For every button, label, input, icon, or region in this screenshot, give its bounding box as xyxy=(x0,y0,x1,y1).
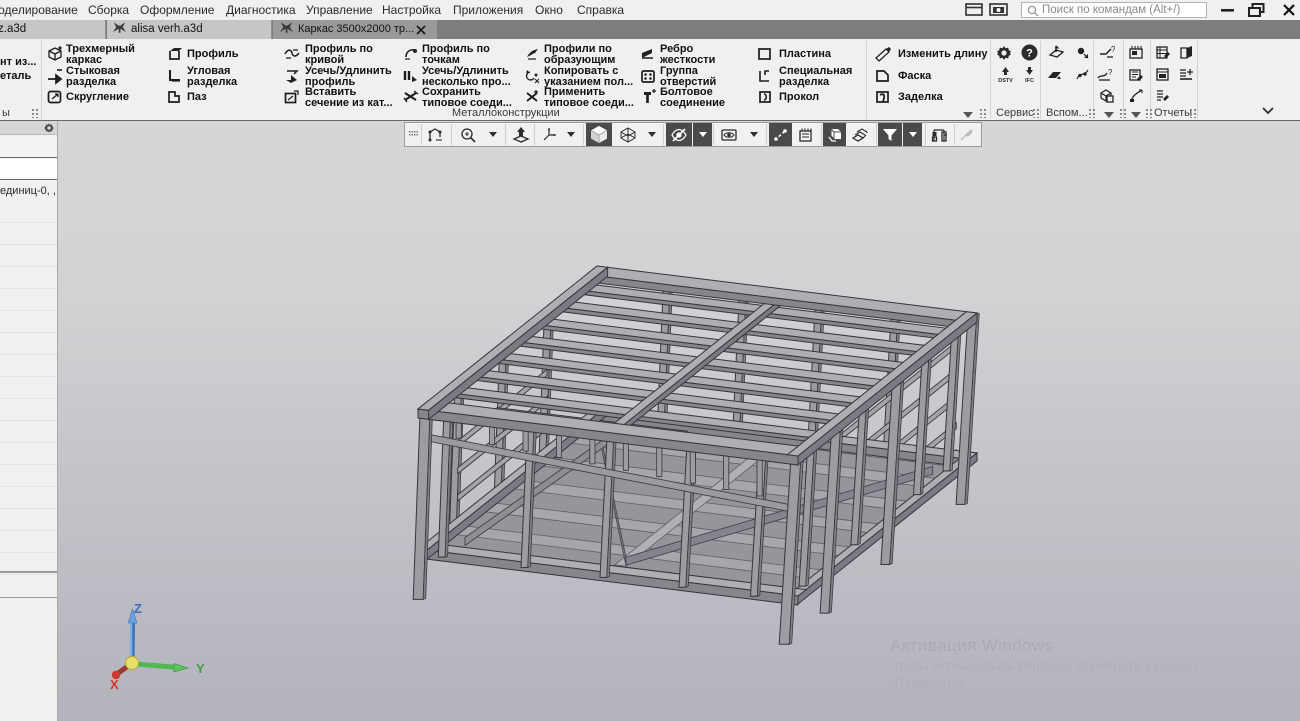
svg-text:?: ? xyxy=(1111,45,1115,54)
svg-text:Z: Z xyxy=(134,601,142,616)
svg-text:?: ? xyxy=(1026,48,1033,60)
svg-text:DSTV: DSTV xyxy=(998,78,1013,84)
svg-text:Y: Y xyxy=(196,661,205,676)
svg-text:X: X xyxy=(110,677,119,692)
svg-text:IFC: IFC xyxy=(1025,78,1034,84)
svg-text:?: ? xyxy=(1108,68,1113,77)
